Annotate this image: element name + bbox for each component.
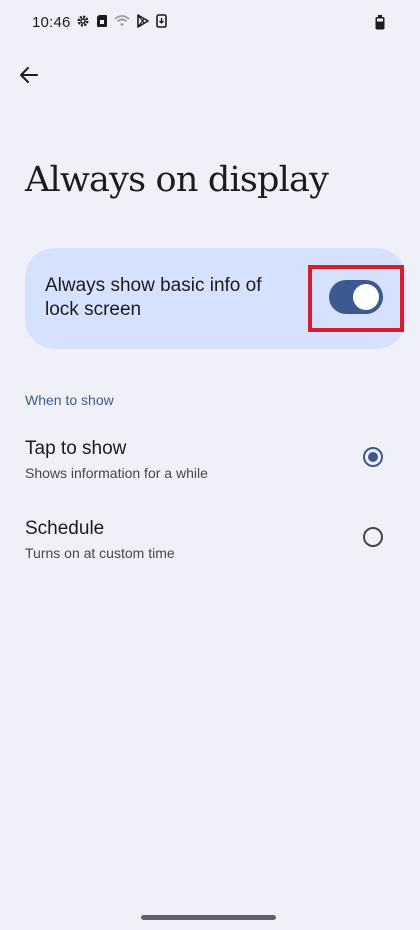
- option-subtitle: Turns on at custom time: [25, 545, 175, 561]
- page-title: Always on display: [25, 160, 329, 200]
- always-show-basic-info-label: Always show basic info of lock screen: [45, 275, 262, 320]
- status-bar: 10:46: [0, 0, 420, 48]
- download-icon: [156, 14, 167, 28]
- back-button[interactable]: [12, 60, 46, 94]
- option-subtitle: Shows information for a while: [25, 465, 208, 481]
- radio-schedule[interactable]: [363, 527, 383, 547]
- option-tap-to-show[interactable]: Tap to show Shows information for a whil…: [0, 427, 420, 499]
- status-time: 10:46: [32, 14, 71, 31]
- arrow-back-icon: [19, 65, 39, 90]
- toggle-thumb: [353, 284, 379, 310]
- when-to-show-header: When to show: [25, 392, 114, 408]
- option-title: Tap to show: [25, 438, 127, 459]
- always-show-basic-info-toggle[interactable]: [329, 280, 383, 314]
- navigation-handle[interactable]: [141, 915, 276, 920]
- sim-icon: [96, 14, 108, 28]
- battery-icon: [375, 15, 385, 35]
- settings-icon: [76, 14, 90, 28]
- option-schedule[interactable]: Schedule Turns on at custom time: [0, 507, 420, 579]
- option-title: Schedule: [25, 518, 105, 539]
- radio-tap-to-show[interactable]: [363, 447, 383, 467]
- wifi-icon: [114, 14, 130, 28]
- always-show-basic-info-card[interactable]: Always show basic info of lock screen: [25, 248, 406, 349]
- play-store-icon: [136, 14, 150, 28]
- status-icons: [76, 14, 167, 28]
